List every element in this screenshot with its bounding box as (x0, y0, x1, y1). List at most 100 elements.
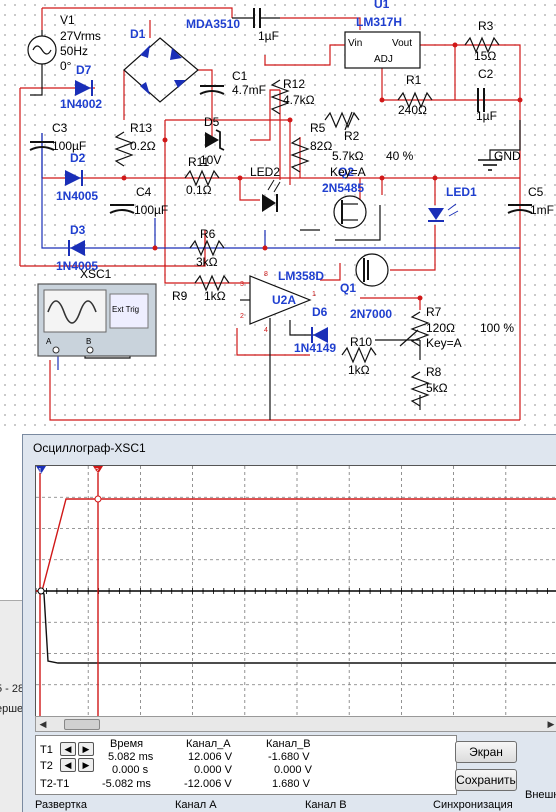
label-r13: R13 (130, 121, 152, 135)
scope-display: 1 2 (36, 466, 556, 716)
header-channel-a: Канал_A (186, 738, 231, 750)
label-v1-freq: 50Hz (60, 44, 88, 58)
scroll-thumb[interactable] (64, 719, 100, 730)
horizontal-scrollbar[interactable]: ◀ ▶ (35, 716, 556, 732)
label-u1: U1 (374, 0, 390, 11)
label-mda: MDA3510 (186, 17, 240, 31)
led-led1[interactable] (428, 203, 459, 222)
t1-right-arrow-icon[interactable]: ▶ (78, 742, 94, 756)
t2-channel-b: 0.000 V (274, 764, 312, 776)
label-r7: R7 (426, 305, 442, 319)
t2-time: 0.000 s (112, 764, 149, 776)
label-r2: R2 (344, 129, 360, 143)
resistor-r10[interactable] (341, 346, 377, 364)
label-v1-amp: 27Vrms (60, 29, 101, 43)
header-time: Время (110, 738, 144, 750)
label-r7-percent: 100 % (480, 321, 514, 335)
label-q1-value: 2N7000 (350, 307, 392, 321)
t2-left-arrow-icon[interactable]: ◀ (60, 758, 76, 772)
label-d1: D1 (130, 27, 146, 41)
t1-left-arrow-icon[interactable]: ◀ (60, 742, 76, 756)
label-d2-value: 1N4005 (56, 189, 98, 203)
diode-d7[interactable] (75, 80, 93, 96)
schematic-canvas[interactable]: V1 27Vrms 50Hz 0° D1 MDA3510 1µF U1 LM31… (0, 0, 556, 432)
pin-1: 1 (312, 291, 316, 298)
label-r9-value: 1kΩ (204, 289, 226, 303)
label-scope-b: B (86, 337, 91, 346)
label-v1-phase: 0° (60, 59, 72, 73)
scroll-right-icon[interactable]: ▶ (544, 717, 556, 731)
label-d7-value: 1N4002 (60, 97, 102, 111)
label-r11: R11 (188, 155, 209, 169)
label-vout: Vout (392, 38, 412, 49)
label-r7-value: 120Ω (426, 321, 455, 335)
label-r10: R10 (350, 335, 372, 349)
oscilloscope-window[interactable]: Осциллограф-XSC1 1 2 ◀ ▶ Время Канал_A К… (22, 434, 556, 812)
label-c1: C1 (232, 69, 248, 83)
background-window-text-1: 5 - 28 (0, 683, 25, 695)
label-r10-value: 1kΩ (348, 363, 370, 377)
scroll-left-icon[interactable]: ◀ (36, 717, 50, 731)
pin-2: 2 (240, 313, 244, 320)
save-button[interactable]: Сохранить (455, 769, 517, 791)
label-vin: Vin (348, 38, 362, 49)
label-r12-value: 4.7kΩ (283, 93, 315, 107)
delta-time: -5.082 ms (102, 778, 151, 790)
label-c1-value: 4.7mF (232, 83, 266, 97)
label-d3: D3 (70, 223, 86, 237)
oscilloscope-xsc1[interactable] (37, 283, 157, 357)
label-r3-value: 15Ω (474, 49, 496, 63)
section-trigger: Синхронизация (433, 799, 513, 811)
screen-button[interactable]: Экран (455, 741, 517, 763)
label-lm317: LM317H (356, 15, 402, 29)
label-led1: LED1 (446, 185, 477, 199)
label-r2-percent: 40 % (386, 149, 414, 163)
window-title: Осциллограф-XSC1 (33, 441, 146, 455)
label-r5-value: 82Ω (310, 139, 332, 153)
t2-right-arrow-icon[interactable]: ▶ (78, 758, 94, 772)
t1-channel-b: -1.680 V (268, 751, 310, 763)
section-channel-a: Канал A (175, 799, 217, 811)
led-led2[interactable] (262, 179, 281, 212)
transistor-q2[interactable] (333, 195, 367, 229)
label-r9: R9 (172, 289, 188, 303)
bridge-rectifier-d1[interactable] (123, 37, 199, 103)
potentiometer-r7[interactable] (399, 311, 430, 347)
delta-channel-a: -12.006 V (184, 778, 232, 790)
label-r1: R1 (406, 73, 422, 87)
cursor-a-marker (94, 495, 102, 503)
label-d6-value: 1N4149 (294, 341, 336, 355)
label-led2: LED2 (250, 165, 280, 179)
ac-source-v1[interactable] (27, 30, 57, 70)
label-d7: D7 (76, 63, 92, 77)
zener-d5[interactable] (205, 129, 225, 151)
cursor-2-marker: 2 (95, 468, 99, 475)
pin-3: 3 (240, 281, 244, 288)
t1-time: 5.082 ms (108, 751, 154, 763)
capacitor-c4[interactable] (109, 204, 135, 214)
t1-channel-a: 12.006 V (188, 751, 233, 763)
label-u2a: U2A (272, 293, 296, 307)
section-timebase: Развертка (35, 799, 87, 811)
label-q1: Q1 (340, 281, 356, 295)
diode-d2[interactable] (65, 170, 83, 186)
label-d2: D2 (70, 151, 86, 165)
label-r11-value: 0.1Ω (186, 183, 212, 197)
circuit-diagram: V1 27Vrms 50Hz 0° D1 MDA3510 1µF U1 LM31… (19, 0, 554, 421)
label-r6-value: 3kΩ (196, 255, 218, 269)
transistor-q1[interactable] (355, 253, 389, 287)
label-r2-value: 5.7kΩ (332, 149, 364, 163)
delta-channel-b: 1.680 V (272, 778, 310, 790)
trace-channel-a (36, 498, 556, 592)
t2-channel-a: 0.000 V (194, 764, 232, 776)
label-r13-value: 0.2Ω (130, 139, 156, 153)
label-r6: R6 (200, 227, 216, 241)
scope-screen[interactable]: 1 2 (35, 465, 556, 717)
diode-d3[interactable] (68, 240, 85, 256)
label-ext-trig: Ext Trig (112, 305, 139, 314)
header-channel-b: Канал_B (266, 738, 311, 750)
potentiometer-r2[interactable] (324, 111, 360, 131)
label-r8: R8 (426, 365, 442, 379)
label-c2: C2 (478, 67, 494, 81)
cursor-1-marker: 1 (38, 468, 42, 475)
